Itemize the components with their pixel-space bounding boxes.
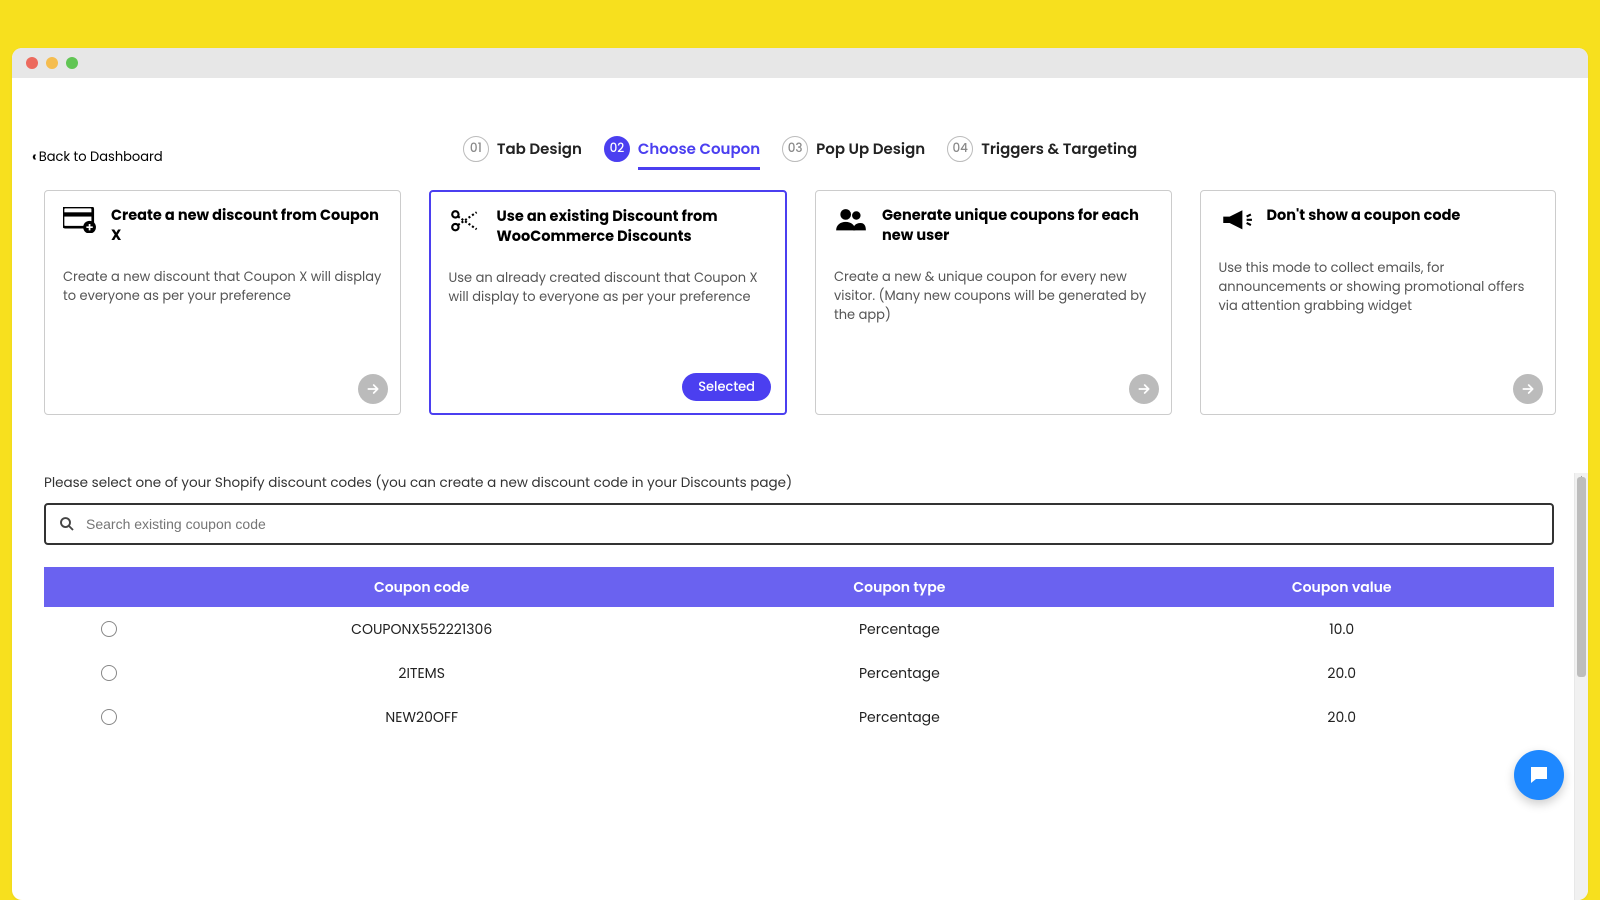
wizard-steps: 01 Tab Design 02 Choose Coupon 03 Pop Up… — [12, 78, 1588, 162]
window-close-dot[interactable] — [26, 57, 38, 69]
card-title: Generate unique coupons for each new use… — [882, 207, 1153, 246]
row-radio[interactable] — [101, 709, 117, 725]
cell-value: 20.0 — [1129, 707, 1554, 728]
cell-type: Percentage — [669, 663, 1129, 684]
app-window: ‹ Back to Dashboard 01 Tab Design 02 Cho… — [12, 48, 1588, 900]
step-label: Tab Design — [497, 138, 582, 161]
step-number: 03 — [782, 136, 808, 162]
step-popup-design[interactable]: 03 Pop Up Design — [782, 136, 925, 162]
header-coupon-type: Coupon type — [669, 577, 1129, 598]
step-label: Triggers & Targeting — [981, 138, 1137, 161]
arrow-right-icon — [365, 381, 381, 397]
step-label: Pop Up Design — [816, 138, 925, 161]
users-icon — [834, 207, 868, 237]
card-description: Use this mode to collect emails, for ann… — [1219, 259, 1538, 316]
row-radio[interactable] — [101, 621, 117, 637]
card-arrow-button[interactable] — [1513, 374, 1543, 404]
back-to-dashboard-link[interactable]: ‹ Back to Dashboard — [32, 146, 163, 167]
instruction-text: Please select one of your Shopify discou… — [44, 473, 1554, 493]
header-coupon-code: Coupon code — [174, 577, 669, 598]
step-label: Choose Coupon — [638, 138, 760, 170]
back-link-label: Back to Dashboard — [39, 147, 163, 167]
card-title: Don't show a coupon code — [1267, 207, 1461, 227]
megaphone-icon — [1219, 207, 1253, 237]
scissors-icon — [449, 208, 483, 238]
card-dont-show-coupon[interactable]: Don't show a coupon code Use this mode t… — [1200, 190, 1557, 415]
card-description: Create a new discount that Coupon X will… — [63, 268, 382, 306]
window-max-dot[interactable] — [66, 57, 78, 69]
window-titlebar — [12, 48, 1588, 78]
window-min-dot[interactable] — [46, 57, 58, 69]
card-description: Create a new & unique coupon for every n… — [834, 268, 1153, 325]
cell-value: 20.0 — [1129, 663, 1554, 684]
card-title: Use an existing Discount from WooCommerc… — [497, 208, 768, 247]
header-coupon-value: Coupon value — [1129, 577, 1554, 598]
step-number: 02 — [604, 136, 630, 162]
card-arrow-button[interactable] — [1129, 374, 1159, 404]
step-tab-design[interactable]: 01 Tab Design — [463, 136, 582, 162]
credit-card-plus-icon — [63, 207, 97, 237]
cell-type: Percentage — [669, 619, 1129, 640]
card-arrow-button[interactable] — [358, 374, 388, 404]
chevron-left-icon: ‹ — [32, 146, 37, 167]
coupon-table: Coupon code Coupon type Coupon value COU… — [44, 567, 1554, 739]
step-choose-coupon[interactable]: 02 Choose Coupon — [604, 136, 760, 162]
cell-code: COUPONX552221306 — [174, 619, 669, 640]
chat-fab-button[interactable] — [1514, 750, 1564, 800]
card-title: Create a new discount from Coupon X — [111, 207, 382, 246]
cell-code: 2ITEMS — [174, 663, 669, 684]
scrollbar-thumb[interactable] — [1577, 477, 1586, 677]
search-icon — [58, 515, 76, 533]
step-number: 01 — [463, 136, 489, 162]
cell-value: 10.0 — [1129, 619, 1554, 640]
table-row[interactable]: NEW20OFF Percentage 20.0 — [44, 695, 1554, 739]
row-radio[interactable] — [101, 665, 117, 681]
coupon-mode-cards: Create a new discount from Coupon X Crea… — [12, 162, 1588, 415]
cell-type: Percentage — [669, 707, 1129, 728]
table-row[interactable]: COUPONX552221306 Percentage 10.0 — [44, 607, 1554, 651]
cell-code: NEW20OFF — [174, 707, 669, 728]
coupon-search-input[interactable] — [86, 516, 1540, 532]
arrow-right-icon — [1136, 381, 1152, 397]
arrow-right-icon — [1520, 381, 1536, 397]
chat-icon — [1527, 763, 1551, 787]
vertical-scrollbar[interactable]: ▲ — [1574, 473, 1588, 900]
card-create-new-discount[interactable]: Create a new discount from Coupon X Crea… — [44, 190, 401, 415]
step-number: 04 — [947, 136, 973, 162]
coupon-select-panel: Please select one of your Shopify discou… — [44, 473, 1588, 900]
card-description: Use an already created discount that Cou… — [449, 269, 768, 307]
page-content: ‹ Back to Dashboard 01 Tab Design 02 Cho… — [12, 78, 1588, 900]
table-row[interactable]: 2ITEMS Percentage 20.0 — [44, 651, 1554, 695]
table-header: Coupon code Coupon type Coupon value — [44, 567, 1554, 607]
card-generate-unique-coupons[interactable]: Generate unique coupons for each new use… — [815, 190, 1172, 415]
card-use-existing-discount[interactable]: Use an existing Discount from WooCommerc… — [429, 190, 788, 415]
coupon-search-box[interactable] — [44, 503, 1554, 545]
selected-badge: Selected — [682, 373, 771, 401]
step-triggers-targeting[interactable]: 04 Triggers & Targeting — [947, 136, 1137, 162]
